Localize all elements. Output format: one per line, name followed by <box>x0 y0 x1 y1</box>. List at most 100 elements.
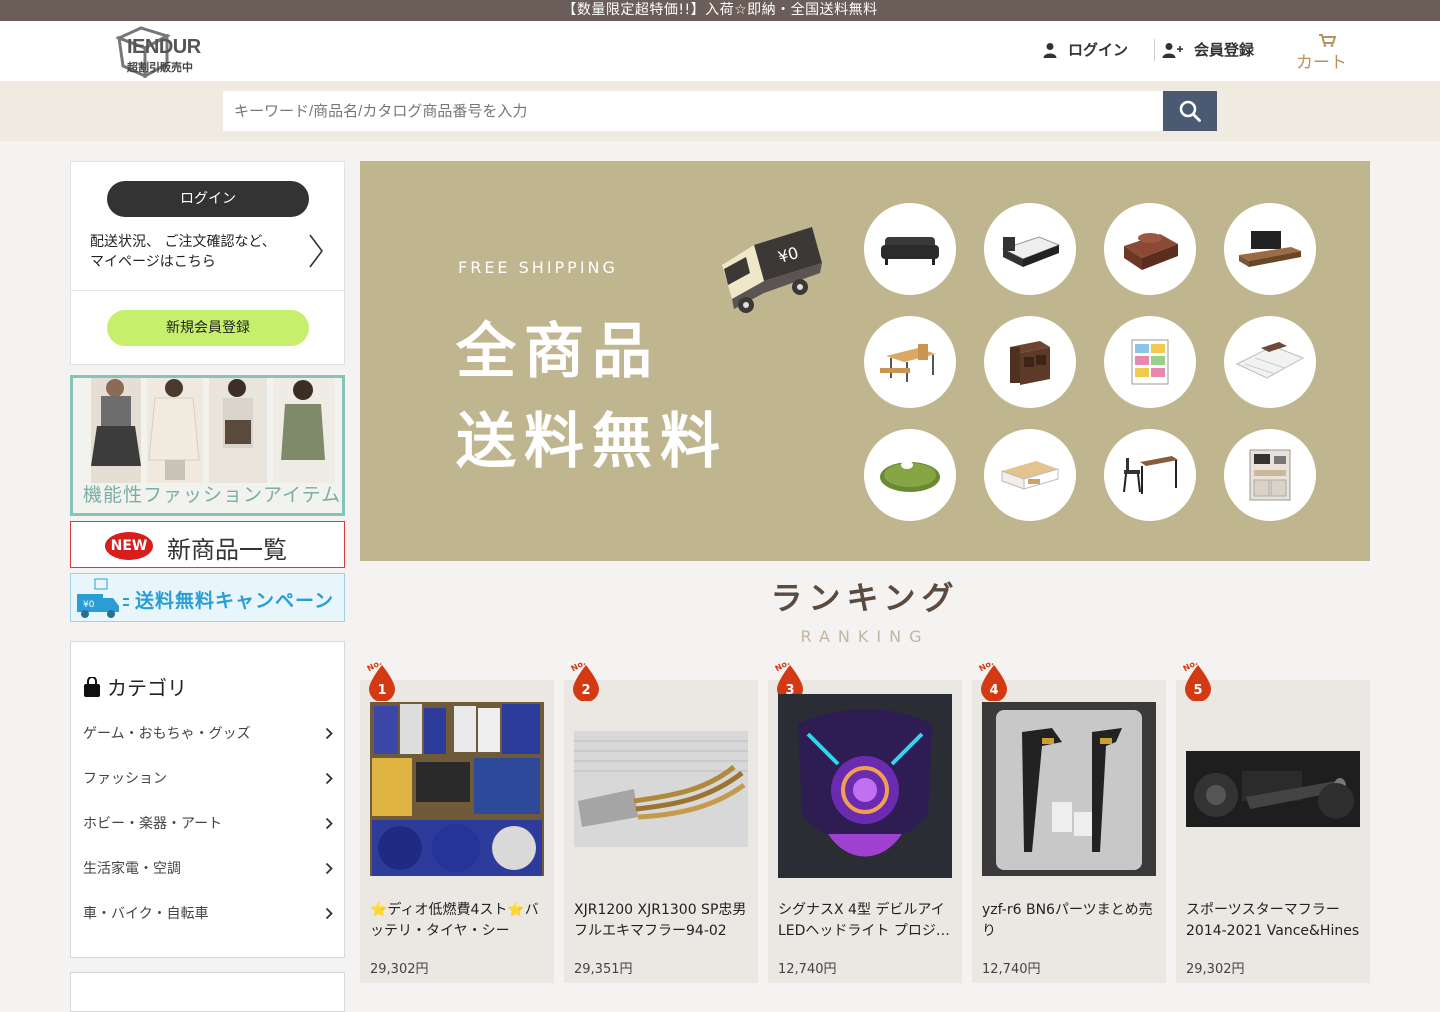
free-shipping-label: 送料無料キャンペーン <box>135 590 335 612</box>
fashion-banner[interactable]: 機能性ファッションアイテム <box>70 375 345 516</box>
user-icon <box>1043 42 1057 58</box>
product-price: 29,351円 <box>574 962 633 977</box>
svg-text:2: 2 <box>581 683 590 698</box>
furniture-coffee-table-icon <box>984 429 1076 521</box>
hero-headline-line2: 送料無料 <box>456 407 728 477</box>
chevron-right-icon <box>325 907 333 920</box>
furniture-drawer-icon <box>1104 316 1196 408</box>
furniture-rug-icon <box>1224 316 1316 408</box>
logo-subtitle: 超割引販売中 <box>127 61 193 74</box>
mypage-text-line1: 配送状況、 ご注文確認など、 <box>90 234 276 250</box>
category-item-hobby[interactable]: ホビー・楽器・アート <box>83 809 333 839</box>
new-products-banner[interactable]: NEW 新商品一覧 <box>70 521 345 568</box>
cart-icon[interactable] <box>1318 33 1336 47</box>
category-item-label: ホビー・楽器・アート <box>83 816 223 832</box>
product-price: 29,302円 <box>370 962 429 977</box>
ranking-card[interactable]: 2 No. XJR1200 XJR1300 SP忠男 フルエキマフラー94-02… <box>564 659 758 983</box>
category-title: カテゴリ <box>83 672 187 701</box>
product-name[interactable]: ⭐️ディオ低燃費4スト⭐️バッテリ・タイヤ・シート・… <box>370 900 544 942</box>
svg-text:5: 5 <box>1193 683 1202 698</box>
header-divider <box>1154 39 1155 61</box>
new-products-label: 新商品一覧 <box>167 536 287 564</box>
hero-banner[interactable]: FREE SHIPPING 全商品 送料無料 ¥0 <box>360 161 1370 561</box>
ranking-section: ランキング RANKING 1 No. ⭐️ディオ低燃費4スト⭐️バッテリ・タイ… <box>360 571 1370 1011</box>
category-title-label: カテゴリ <box>107 676 187 700</box>
product-price: 12,740円 <box>778 962 837 977</box>
header-register-link[interactable]: 会員登録 <box>1162 39 1254 60</box>
category-item-appliances[interactable]: 生活家電・空調 <box>83 854 333 884</box>
free-shipping-banner[interactable]: ¥0 送料無料キャンペーン <box>70 573 345 622</box>
delivery-truck-icon: ¥0 <box>722 227 822 313</box>
ranking-card[interactable]: 3 No. シグナスX 4型 デビルアイLEDヘッドライト プロジ… 12,74… <box>768 659 962 983</box>
mypage-link[interactable]: 配送状況、 ご注文確認など、 マイページはこちら <box>90 232 276 272</box>
header-login-label: ログイン <box>1068 41 1129 59</box>
truck-icon: ¥0 <box>77 578 129 618</box>
furniture-cabinet-icon <box>984 316 1076 408</box>
product-name[interactable]: スポーツスターマフラー 2014-2021 Vance&Hines … <box>1186 900 1360 942</box>
shopping-bag-icon <box>84 676 100 697</box>
rank-badge-icon: 5 No. <box>1182 659 1211 701</box>
furniture-sofa-icon <box>864 203 956 295</box>
ranking-subtitle: RANKING <box>800 627 930 646</box>
svg-text:1: 1 <box>377 683 386 698</box>
header-register-label: 会員登録 <box>1194 41 1255 59</box>
ranking-card[interactable]: 4 No. yzf-r6 BN6パーツまとめ売り 12,740円 <box>972 659 1166 983</box>
furniture-desk-chair-icon <box>1104 429 1196 521</box>
search-input[interactable] <box>223 91 1163 131</box>
fashion-models-image <box>91 378 335 483</box>
furniture-tv-stand-icon <box>1224 203 1316 295</box>
product-image[interactable] <box>778 694 952 878</box>
product-image[interactable] <box>1186 702 1360 876</box>
sidebar-extra-panel <box>70 972 345 1012</box>
chevron-right-icon <box>325 727 333 740</box>
product-image[interactable] <box>982 702 1156 876</box>
product-name[interactable]: XJR1200 XJR1300 SP忠男 フルエキマフラー94-02 <box>574 900 748 942</box>
furniture-dining-set-icon <box>864 316 956 408</box>
header-cart-link[interactable]: カート <box>1296 48 1347 73</box>
search-bar <box>0 81 1440 141</box>
category-item-fashion[interactable]: ファッション <box>83 764 333 794</box>
chevron-right-icon <box>325 862 333 875</box>
new-badge: NEW <box>105 532 153 560</box>
category-item-label: 車・バイク・自転車 <box>83 906 209 922</box>
furniture-bed-icon <box>984 203 1076 295</box>
chevron-right-icon <box>325 772 333 785</box>
panel-divider <box>71 290 344 291</box>
category-panel: カテゴリ ゲーム・おもちゃ・グッズ ファッション ホビー・楽器・アート 生活家電… <box>70 641 345 958</box>
ranking-card[interactable]: 5 No. スポーツスターマフラー 2014-2021 Vance&Hines … <box>1176 659 1370 983</box>
product-name[interactable]: シグナスX 4型 デビルアイLEDヘッドライト プロジ… <box>778 900 952 942</box>
rank-badge-icon: 2 No. <box>570 659 599 701</box>
category-item-label: ファッション <box>83 771 167 787</box>
search-button[interactable] <box>1163 91 1217 131</box>
svg-text:¥0: ¥0 <box>83 600 95 610</box>
category-item-label: ゲーム・おもちゃ・グッズ <box>83 726 251 742</box>
furniture-kitchen-rack-icon <box>1224 429 1316 521</box>
furniture-green-rug-icon <box>864 429 956 521</box>
product-image[interactable] <box>370 702 544 876</box>
hero-free-shipping: FREE SHIPPING <box>458 258 618 277</box>
product-price: 29,302円 <box>1186 962 1245 977</box>
category-item-vehicles[interactable]: 車・バイク・自転車 <box>83 899 333 929</box>
chevron-right-icon <box>325 817 333 830</box>
header-login-link[interactable]: ログイン <box>1042 39 1128 60</box>
sidebar-register-button[interactable]: 新規会員登録 <box>107 310 309 346</box>
logo-text[interactable]: IENDUR <box>127 36 201 59</box>
site-header: IENDUR 超割引販売中 ログイン 会員登録 カート <box>0 21 1440 81</box>
sidebar-login-button[interactable]: ログイン <box>107 181 309 217</box>
sidebar-login-panel: ログイン 配送状況、 ご注文確認など、 マイページはこちら 新規会員登録 <box>70 161 345 365</box>
category-item-games[interactable]: ゲーム・おもちゃ・グッズ <box>83 719 333 749</box>
rank-badge-icon: 4 No. <box>978 659 1007 701</box>
furniture-bedding-icon <box>1104 203 1196 295</box>
announcement-bar: 【数量限定超特価!!】入荷☆即納・全国送料無料 <box>0 0 1440 21</box>
chevron-right-icon[interactable] <box>307 232 325 270</box>
product-image[interactable] <box>574 702 748 876</box>
ranking-card[interactable]: 1 No. ⭐️ディオ低燃費4スト⭐️バッテリ・タイヤ・シート・… 29,302… <box>360 659 554 983</box>
product-price: 12,740円 <box>982 962 1041 977</box>
mypage-text-line2: マイページはこちら <box>90 254 216 270</box>
svg-text:4: 4 <box>989 683 998 698</box>
category-item-label: 生活家電・空調 <box>83 861 181 877</box>
user-plus-icon <box>1162 42 1183 58</box>
fashion-banner-label: 機能性ファッションアイテム <box>83 484 342 506</box>
hero-headline-line1: 全商品 <box>456 317 660 387</box>
product-name[interactable]: yzf-r6 BN6パーツまとめ売り <box>982 900 1156 942</box>
